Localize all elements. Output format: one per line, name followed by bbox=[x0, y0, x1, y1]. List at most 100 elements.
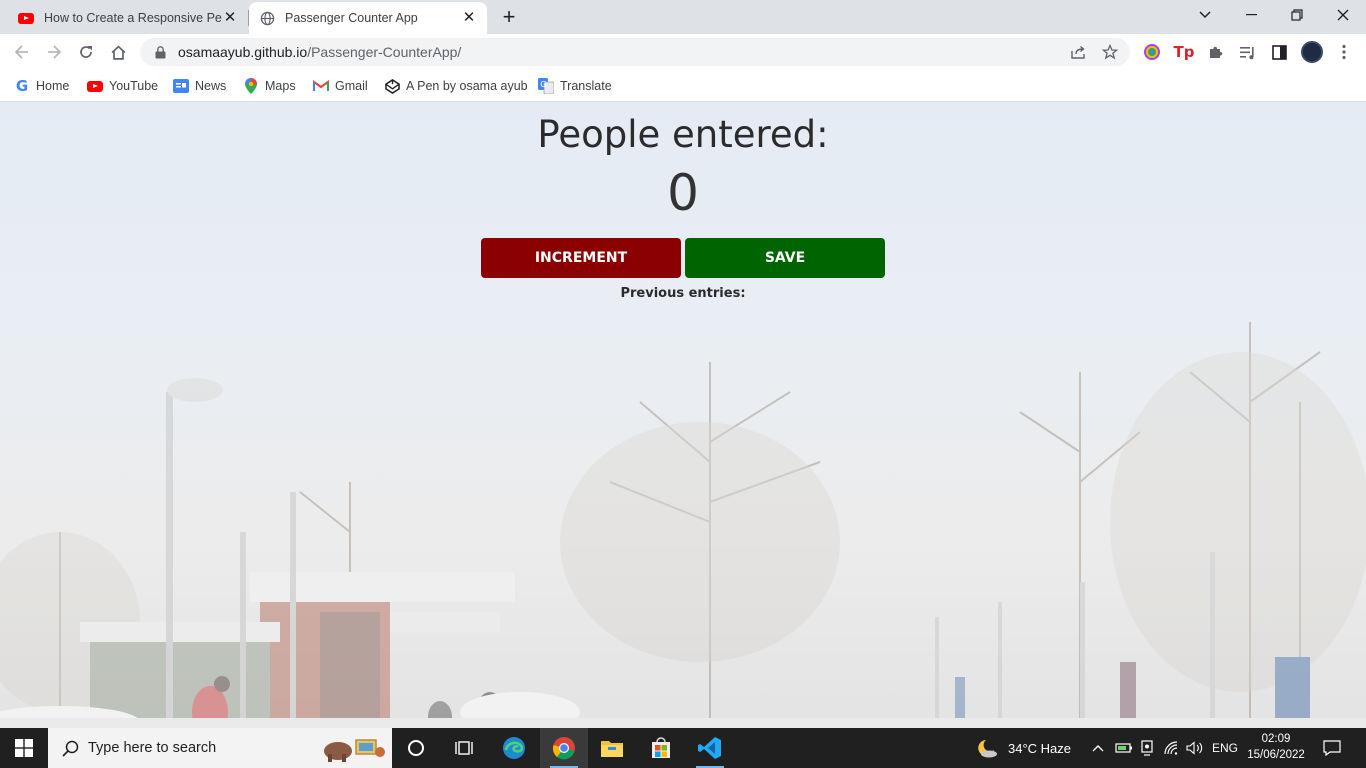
device-icon bbox=[1141, 740, 1153, 756]
lock-icon[interactable] bbox=[152, 44, 168, 60]
side-panel-icon[interactable] bbox=[1269, 42, 1289, 62]
weather-text: 34°C Haze bbox=[1008, 740, 1072, 756]
bookmark-star-icon[interactable] bbox=[1102, 44, 1118, 60]
maps-pin-icon bbox=[243, 78, 259, 94]
start-button[interactable] bbox=[0, 728, 48, 768]
search-highlight-illustration bbox=[324, 739, 385, 762]
tab-youtube-article[interactable]: How to Create a Responsive Pers ✕ bbox=[8, 2, 248, 34]
task-view-button[interactable] bbox=[440, 728, 488, 768]
translate-icon: G bbox=[538, 78, 554, 94]
minimize-button[interactable] bbox=[1228, 0, 1274, 30]
google-icon: G bbox=[15, 77, 29, 95]
bookmark-label: YouTube bbox=[109, 79, 159, 93]
store-icon bbox=[652, 737, 670, 758]
bookmark-home[interactable]: G Home bbox=[14, 76, 70, 96]
gmail-icon bbox=[313, 78, 329, 94]
color-extension-icon[interactable] bbox=[1142, 42, 1162, 62]
bookmark-label: A Pen by osama ayub bbox=[406, 79, 528, 93]
restore-button[interactable] bbox=[1274, 0, 1320, 30]
more-menu-icon[interactable] bbox=[1334, 42, 1354, 62]
edge-icon bbox=[503, 737, 525, 759]
tab-passenger-counter[interactable]: Passenger Counter App ✕ bbox=[249, 2, 487, 34]
chevron-up-icon bbox=[1092, 745, 1104, 752]
cortana-icon bbox=[408, 740, 424, 756]
bookmark-news[interactable]: News bbox=[173, 76, 226, 96]
bookmark-label: Home bbox=[36, 79, 70, 93]
task-view-icon bbox=[455, 741, 473, 755]
youtube-icon bbox=[18, 10, 34, 26]
globe-icon bbox=[259, 10, 275, 26]
vscode-icon bbox=[698, 737, 721, 759]
bookmark-label: Gmail bbox=[335, 79, 368, 93]
bookmark-youtube[interactable]: YouTube bbox=[87, 76, 158, 96]
clock-time: 02:09 bbox=[1261, 733, 1291, 745]
codepen-icon bbox=[384, 78, 400, 94]
close-window-button[interactable] bbox=[1320, 0, 1366, 30]
moon-weather-icon bbox=[978, 740, 997, 758]
language-indicator[interactable]: ENG bbox=[1212, 728, 1238, 768]
battery-icon bbox=[1115, 743, 1132, 753]
home-button[interactable] bbox=[106, 40, 130, 64]
taskbar-edge[interactable] bbox=[490, 728, 538, 768]
bookmark-label: Translate bbox=[560, 79, 612, 93]
search-placeholder: Type here to search bbox=[88, 740, 217, 756]
taskbar-store[interactable] bbox=[637, 728, 685, 768]
bookmarks-bar: G Home YouTube News Maps Gmail A Pen by … bbox=[0, 70, 1366, 102]
page-viewport: People entered: 0 INCREMENT SAVE Previou… bbox=[0, 102, 1366, 728]
share-icon[interactable] bbox=[1070, 44, 1086, 60]
reload-button[interactable] bbox=[74, 40, 98, 64]
cortana-button[interactable] bbox=[392, 728, 440, 768]
youtube-icon bbox=[87, 78, 103, 94]
svg-text:G: G bbox=[540, 80, 546, 89]
weather-widget[interactable]: 34°C Haze bbox=[976, 728, 1071, 768]
language-text: ENG bbox=[1212, 741, 1239, 755]
url-path: /Passenger-CounterApp/ bbox=[307, 44, 462, 60]
url-host: osamaayub.github.io bbox=[178, 44, 308, 60]
tp-extension-icon[interactable]: Tp bbox=[1174, 42, 1195, 62]
bookmark-maps[interactable]: Maps bbox=[243, 76, 296, 96]
bookmark-translate[interactable]: G Translate bbox=[538, 76, 612, 96]
close-tab-icon[interactable]: ✕ bbox=[461, 10, 477, 26]
page-title: People entered: bbox=[537, 113, 829, 156]
battery-tray[interactable] bbox=[1115, 728, 1133, 768]
reading-list-icon[interactable] bbox=[1237, 42, 1257, 62]
tab-strip: How to Create a Responsive Pers ✕ Passen… bbox=[0, 0, 1366, 34]
windows-taskbar: Type here to search 34°C Haze ENG 02:09 … bbox=[0, 728, 1366, 768]
bookmark-gmail[interactable]: Gmail bbox=[313, 76, 368, 96]
close-tab-icon[interactable]: ✕ bbox=[222, 10, 238, 26]
address-bar[interactable]: osamaayub.github.io/Passenger-CounterApp… bbox=[140, 38, 1130, 66]
wifi-icon bbox=[1164, 741, 1178, 755]
wifi-tray[interactable] bbox=[1163, 728, 1179, 768]
notifications-button[interactable] bbox=[1323, 728, 1341, 768]
search-icon bbox=[60, 738, 80, 758]
increment-button[interactable]: INCREMENT bbox=[481, 238, 681, 278]
bookmark-codepen[interactable]: A Pen by osama ayub bbox=[384, 76, 528, 96]
url-text: osamaayub.github.io/Passenger-CounterApp… bbox=[178, 44, 461, 60]
show-hidden-icons[interactable] bbox=[1092, 728, 1104, 768]
google-news-icon bbox=[173, 78, 189, 94]
tab-title: How to Create a Responsive Pers bbox=[44, 11, 222, 25]
speaker-icon bbox=[1186, 741, 1203, 755]
taskbar-search[interactable]: Type here to search bbox=[48, 728, 392, 768]
chrome-icon bbox=[552, 737, 575, 760]
windows-logo-icon bbox=[15, 739, 33, 757]
new-tab-button[interactable]: + bbox=[498, 6, 520, 29]
tab-search-icon[interactable] bbox=[1182, 0, 1228, 30]
notification-icon bbox=[1323, 740, 1341, 756]
bookmark-label: News bbox=[195, 79, 227, 93]
volume-tray[interactable] bbox=[1186, 728, 1204, 768]
extensions-puzzle-icon[interactable] bbox=[1206, 42, 1226, 62]
taskbar-vscode[interactable] bbox=[686, 728, 734, 768]
profile-avatar[interactable] bbox=[1301, 41, 1323, 63]
taskbar-chrome[interactable] bbox=[540, 728, 588, 768]
system-clock[interactable]: 02:09 15/06/2022 bbox=[1236, 731, 1316, 763]
save-button[interactable]: SAVE bbox=[685, 238, 885, 278]
vpn-tray[interactable] bbox=[1140, 728, 1154, 768]
forward-button[interactable] bbox=[42, 40, 66, 64]
previous-entries-label: Previous entries: bbox=[620, 286, 746, 301]
tab-title: Passenger Counter App bbox=[285, 11, 418, 25]
back-button[interactable] bbox=[10, 40, 34, 64]
taskbar-file-explorer[interactable] bbox=[588, 728, 636, 768]
browser-toolbar: osamaayub.github.io/Passenger-CounterApp… bbox=[0, 34, 1366, 70]
folder-icon bbox=[601, 741, 623, 757]
